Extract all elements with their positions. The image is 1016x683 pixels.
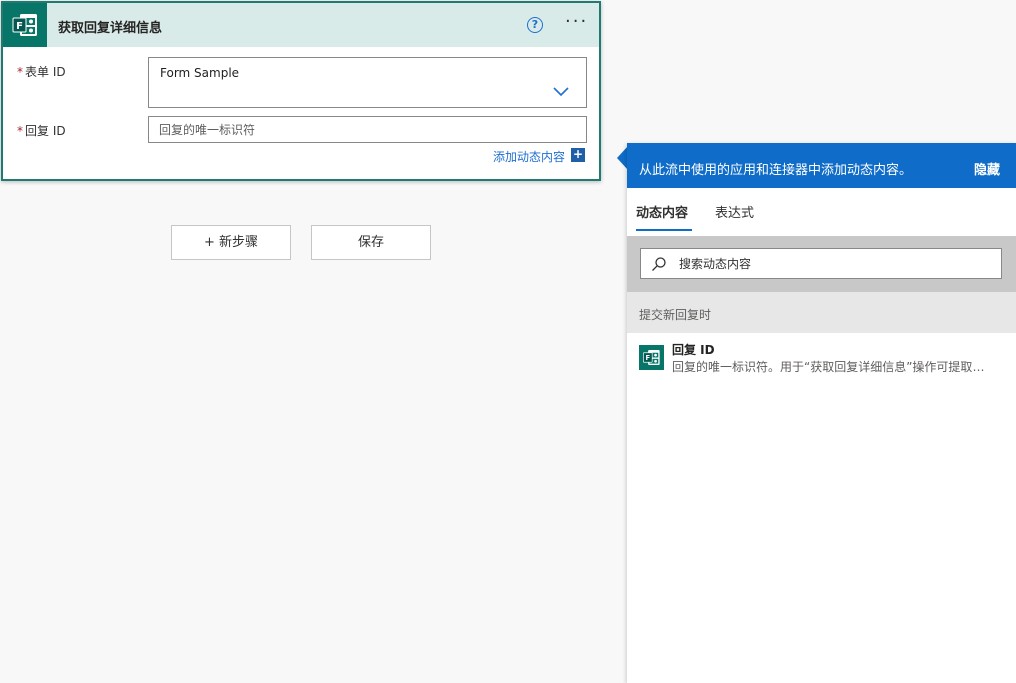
form-id-dropdown[interactable]: Form Sample [148, 57, 587, 108]
form-id-label-text: 表单 ID [25, 65, 66, 79]
svg-text:F: F [645, 354, 650, 362]
required-mark: * [17, 65, 23, 79]
new-step-button[interactable]: + 新步骤 [171, 225, 291, 260]
chevron-down-icon[interactable] [553, 87, 569, 97]
hide-button[interactable]: 隐藏 [974, 159, 1000, 178]
add-dynamic-content-link[interactable]: 添加动态内容 [493, 148, 565, 165]
search-icon [652, 257, 666, 271]
required-mark: * [17, 124, 23, 138]
search-input[interactable] [679, 252, 989, 275]
action-card: F 获取回复详细信息 ? ··· * 表单 ID Form Sample * 回复 … [1, 1, 601, 181]
card-header[interactable]: F 获取回复详细信息 ? ··· [3, 3, 599, 47]
dynamic-item-description: 回复的唯一标识符。用于“获取回复详细信息”操作可提取表… [672, 360, 994, 374]
response-id-label: * 回复 ID [17, 122, 66, 139]
dynamic-content-item[interactable]: F 回复 ID 回复的唯一标识符。用于“获取回复详细信息”操作可提取表… [627, 333, 1016, 385]
panel-header-text: 从此流中使用的应用和连接器中添加动态内容。 [639, 163, 913, 178]
search-zone [627, 236, 1016, 292]
save-button[interactable]: 保存 [311, 225, 431, 260]
forms-icon: F [3, 3, 47, 47]
help-icon[interactable]: ? [527, 17, 543, 33]
card-title: 获取回复详细信息 [58, 21, 163, 36]
dynamic-content-panel: 从此流中使用的应用和连接器中添加动态内容。 隐藏 动态内容 表达式 提交新回复时 [627, 143, 1016, 683]
form-id-value: Form Sample [160, 66, 240, 80]
form-id-label: * 表单 ID [17, 63, 66, 80]
dynamic-item-title: 回复 ID [672, 343, 715, 357]
section-title: 提交新回复时 [639, 308, 712, 322]
section-header: 提交新回复时 [627, 292, 1016, 333]
tab-dynamic-content[interactable]: 动态内容 [636, 202, 688, 221]
panel-header: 从此流中使用的应用和连接器中添加动态内容。 隐藏 [627, 143, 1016, 188]
response-id-label-text: 回复 ID [25, 124, 66, 138]
more-options-icon[interactable]: ··· [565, 13, 588, 31]
forms-icon: F [639, 345, 664, 370]
search-box[interactable] [640, 248, 1002, 279]
active-tab-indicator [636, 229, 692, 231]
tab-expression[interactable]: 表达式 [715, 202, 754, 221]
panel-tabs: 动态内容 表达式 [627, 188, 1016, 236]
add-icon[interactable]: + [571, 148, 585, 162]
svg-text:F: F [16, 21, 23, 32]
response-id-input[interactable] [148, 116, 587, 143]
